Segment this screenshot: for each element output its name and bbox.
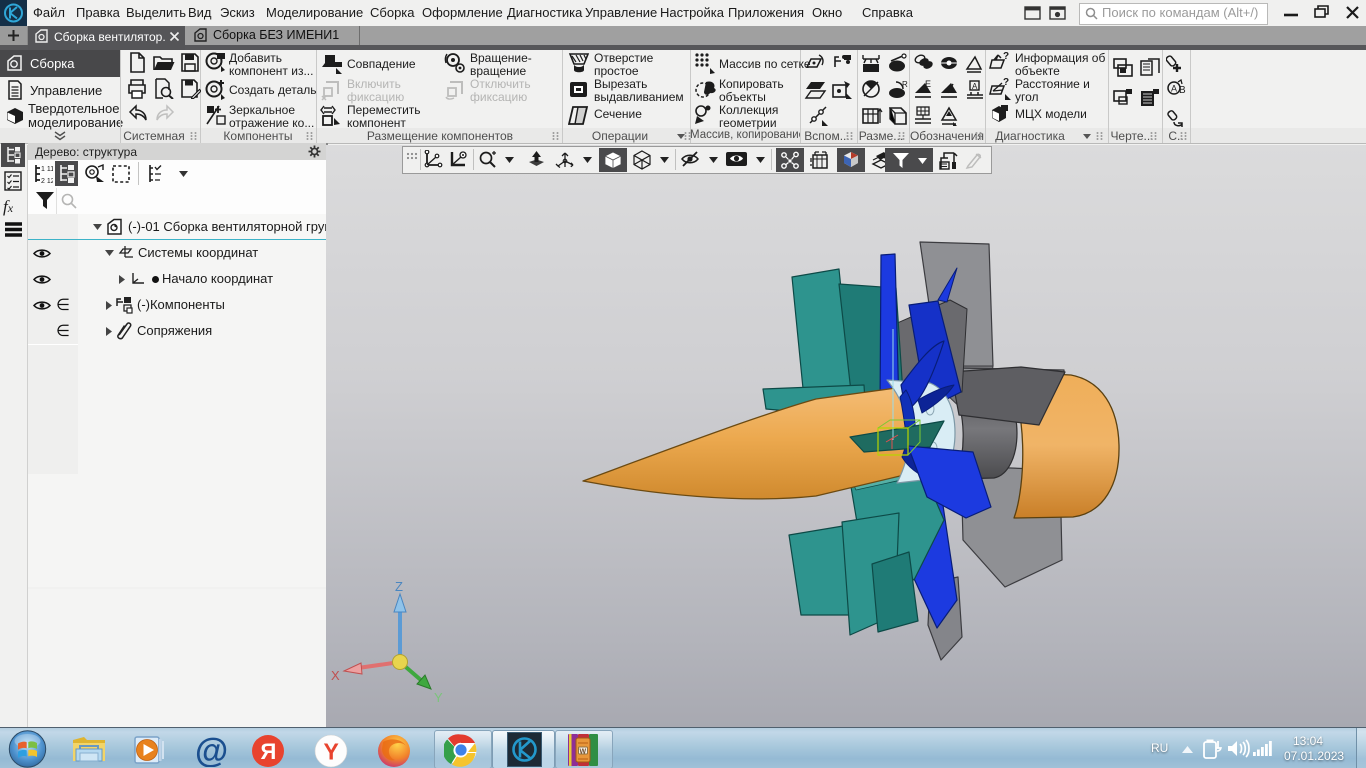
- svg-text:X: X: [331, 668, 340, 683]
- svg-text:Y: Y: [324, 739, 339, 765]
- svg-text:2 12: 2 12: [41, 178, 53, 185]
- svg-text:W: W: [580, 749, 587, 756]
- svg-text:?: ?: [1003, 78, 1009, 88]
- svg-text:Y: Y: [434, 690, 443, 705]
- svg-text:Z: Z: [395, 579, 403, 594]
- svg-text:B: B: [1179, 85, 1186, 96]
- svg-text:Я: Я: [261, 739, 277, 764]
- svg-text:E: E: [925, 79, 931, 89]
- svg-text:R: R: [902, 80, 908, 89]
- svg-text:A: A: [972, 82, 978, 91]
- svg-text:@: @: [195, 733, 228, 767]
- svg-text:?: ?: [1003, 52, 1009, 62]
- svg-text:A: A: [1171, 84, 1177, 94]
- svg-text:1 11: 1 11: [41, 166, 53, 173]
